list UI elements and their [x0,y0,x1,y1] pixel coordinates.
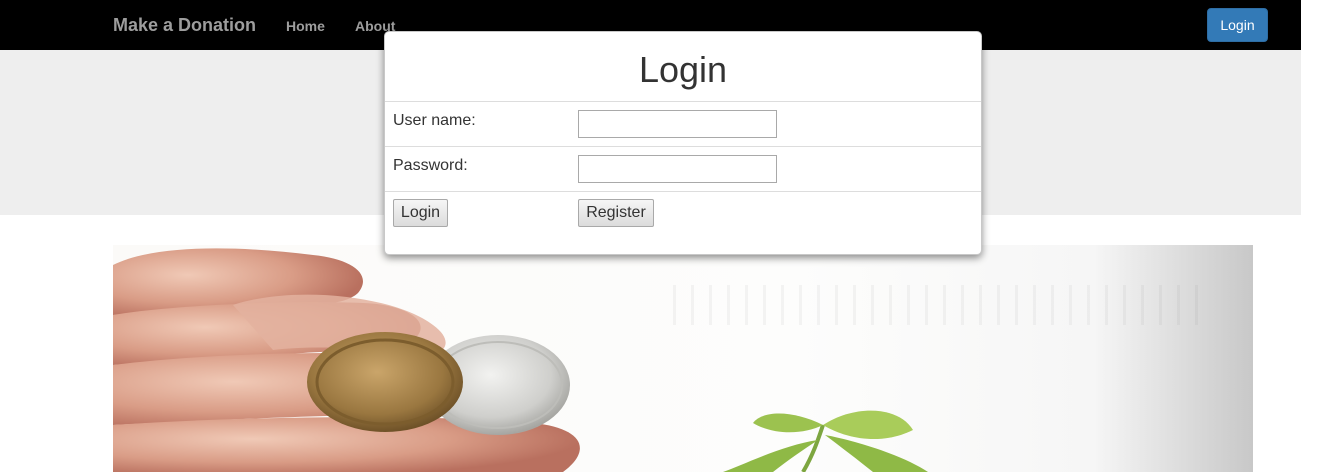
brand-link[interactable]: Make a Donation [113,14,256,36]
nav-link-home[interactable]: Home [286,17,325,35]
hero-image [113,245,1253,472]
divider [385,191,981,192]
modal-title: Login [638,49,728,90]
login-modal: Login User name: Password: Login Registe… [384,31,982,255]
watermark-texture [673,285,1213,325]
register-button[interactable]: Register [578,199,654,227]
navbar-login-button[interactable]: Login [1207,8,1268,42]
login-submit-button[interactable]: Login [393,199,448,227]
password-input[interactable] [578,155,777,183]
username-input[interactable] [578,110,777,138]
hand-with-coins-and-sprout-image [113,248,928,472]
password-label: Password: [393,157,468,174]
divider [385,146,981,147]
username-label: User name: [393,112,476,129]
divider [385,101,981,102]
